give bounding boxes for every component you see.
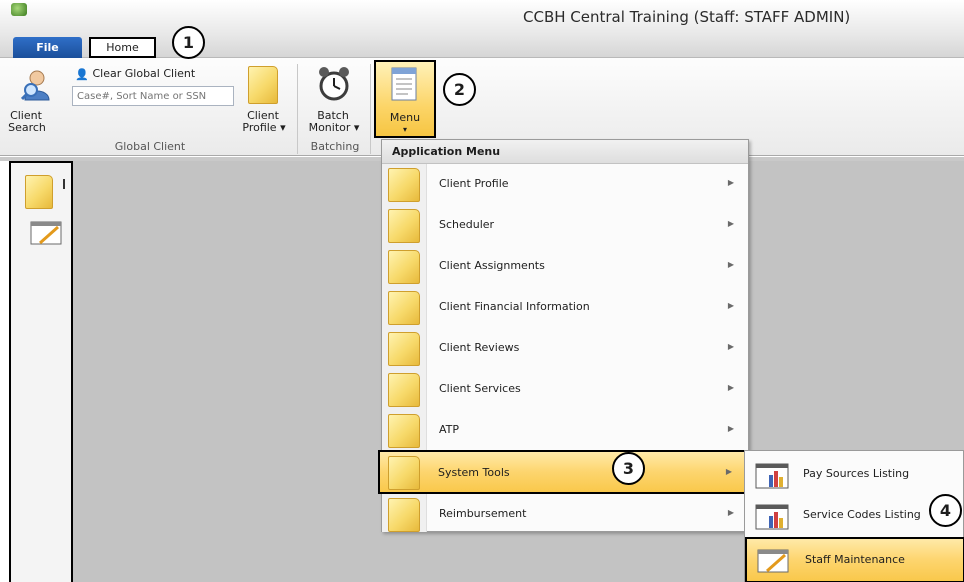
tab-home[interactable]: Home: [89, 37, 156, 58]
submenu-arrow-icon: ▶: [727, 508, 734, 517]
menu-item-label: Reimbursement: [439, 507, 527, 520]
menu-label: Menu: [389, 111, 421, 124]
folder-icon: [388, 168, 420, 202]
title-bar: CCBH Central Training (Staff: STAFF ADMI…: [0, 0, 964, 58]
folder-icon: [388, 250, 420, 284]
callout-1: 1: [172, 26, 205, 59]
menu-item-client-profile[interactable]: Client Profile ▶: [382, 164, 748, 205]
callout-4: 4: [929, 494, 962, 527]
menu-item-label: ATP: [439, 423, 460, 436]
submenu-item-label: Staff Maintenance: [805, 553, 905, 566]
menu-item-atp[interactable]: ATP ▶: [382, 410, 748, 451]
submenu-arrow-icon: ▶: [727, 383, 734, 392]
report-chart-icon: [755, 463, 789, 489]
application-menu: Application Menu Client Profile ▶ Schedu…: [378, 139, 749, 535]
global-client-search-input[interactable]: [72, 86, 234, 106]
menu-item-label: System Tools: [438, 466, 510, 479]
client-profile-button[interactable]: Client Profile ▾: [238, 62, 290, 138]
menu-item-label: Client Financial Information: [439, 300, 590, 313]
menu-button[interactable]: Menu ▾: [374, 60, 436, 138]
client-search-icon: [21, 70, 50, 101]
folder-icon: [248, 66, 278, 104]
submenu-arrow-icon: ▶: [727, 424, 734, 433]
menu-item-reimbursement[interactable]: Reimbursement ▶: [382, 494, 748, 535]
menu-item-client-financial-information[interactable]: Client Financial Information ▶: [382, 287, 748, 328]
menu-item-label: Scheduler: [439, 218, 495, 231]
client-search-button[interactable]: Client Search: [8, 62, 66, 138]
menu-item-label: Client Reviews: [439, 341, 520, 354]
batch-monitor-label-2: Monitor ▾: [308, 121, 360, 134]
submenu-arrow-icon: ▶: [727, 260, 734, 269]
submenu-arrow-icon: ▶: [727, 342, 734, 351]
menu-item-label: Client Profile: [439, 177, 509, 190]
callout-2: 2: [443, 73, 476, 106]
submenu-arrow-icon: ▶: [727, 219, 734, 228]
alarm-clock-icon: [319, 67, 349, 101]
submenu-arrow-icon: ▶: [725, 467, 732, 476]
left-panel: [9, 161, 73, 582]
clear-client-icon: 👤: [75, 68, 89, 81]
folder-icon: [388, 332, 420, 366]
app-icon: [11, 3, 27, 16]
menu-item-client-services[interactable]: Client Services ▶: [382, 369, 748, 410]
client-search-label-2: Search: [8, 121, 46, 134]
folder-icon: [388, 456, 420, 490]
submenu-item-pay-sources-listing[interactable]: Pay Sources Listing: [745, 453, 964, 494]
menu-item-label: Client Assignments: [439, 259, 545, 272]
folder-icon: [388, 498, 420, 532]
group-label-global-client: Global Client: [114, 140, 186, 153]
group-separator: [370, 64, 371, 154]
menu-dropdown-arrow: ▾: [402, 125, 407, 134]
submenu-item-label: Pay Sources Listing: [803, 467, 910, 480]
menu-item-label: Client Services: [439, 382, 521, 395]
submenu-arrow-icon: ▶: [727, 301, 734, 310]
menu-document-icon: [391, 67, 417, 101]
edit-form-icon[interactable]: [30, 219, 64, 247]
menu-item-system-tools[interactable]: System Tools ▶: [378, 450, 748, 494]
folder-icon: [388, 291, 420, 325]
application-menu-header: Application Menu: [382, 140, 748, 164]
callout-3: 3: [612, 452, 645, 485]
group-label-batching: Batching: [310, 140, 360, 153]
menu-item-scheduler[interactable]: Scheduler ▶: [382, 205, 748, 246]
client-profile-label-2: Profile ▾: [242, 121, 286, 134]
group-separator: [297, 64, 298, 154]
menu-item-client-assignments[interactable]: Client Assignments ▶: [382, 246, 748, 287]
folder-icon: [388, 209, 420, 243]
edit-form-icon: [757, 549, 789, 573]
folder-icon: [388, 414, 420, 448]
submenu-item-label: Service Codes Listing: [803, 508, 921, 521]
submenu-arrow-icon: ▶: [727, 178, 734, 187]
batch-monitor-button[interactable]: Batch Monitor ▾: [303, 62, 365, 138]
clear-global-client-label: Clear Global Client: [92, 67, 196, 80]
submenu-item-staff-maintenance[interactable]: Staff Maintenance: [745, 537, 964, 582]
panel-marker: [63, 179, 65, 189]
folder-icon: [388, 373, 420, 407]
tab-file[interactable]: File: [13, 37, 82, 58]
window-title: CCBH Central Training (Staff: STAFF ADMI…: [523, 8, 851, 26]
report-chart-icon: [755, 504, 789, 530]
clear-global-client-button[interactable]: 👤 Clear Global Client: [75, 67, 196, 81]
folder-icon[interactable]: [25, 175, 53, 209]
menu-item-client-reviews[interactable]: Client Reviews ▶: [382, 328, 748, 369]
